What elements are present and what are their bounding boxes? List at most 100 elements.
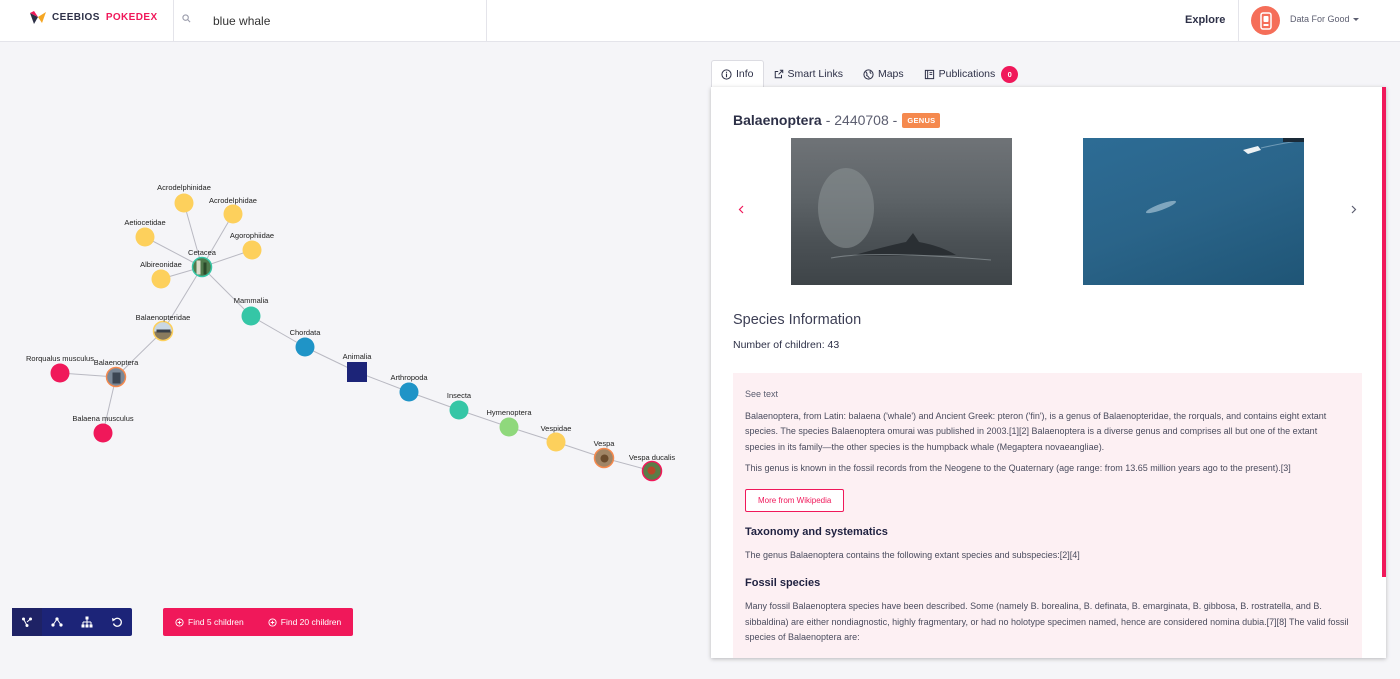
graph-node-label: Hymenoptera <box>486 408 532 417</box>
chevron-down-icon <box>1352 18 1359 22</box>
graph-node[interactable] <box>50 363 70 383</box>
graph-node-label: Insecta <box>447 391 472 400</box>
tab-info[interactable]: Info <box>711 60 764 87</box>
graph-node-label: Animalia <box>343 352 373 361</box>
graph-node[interactable] <box>499 417 519 437</box>
taxonomy-graph[interactable]: Acrodelphinidae Acrodelphidae Aetiocetid… <box>0 43 700 603</box>
summary-paragraph: The genus Balaenoptera contains the foll… <box>745 549 1080 560</box>
chevron-right-icon <box>1351 205 1357 214</box>
tab-publications[interactable]: Publications 0 <box>914 60 1029 87</box>
graph-node[interactable] <box>152 320 174 342</box>
brand-name: CEEBIOS <box>52 12 100 23</box>
rank-badge: GENUS <box>902 112 941 128</box>
graph-node-label: Vespa ducalis <box>629 453 676 462</box>
graph-node-label: Acrodelphinidae <box>157 183 211 192</box>
undo-icon <box>112 617 122 627</box>
graph-node-label: Vespidae <box>541 424 572 433</box>
species-photo[interactable] <box>791 138 1012 285</box>
graph-node[interactable] <box>641 460 663 482</box>
graph-node[interactable] <box>593 447 615 469</box>
graph-node-label: Chordata <box>290 328 322 337</box>
find-5-children-button[interactable]: Find 5 children <box>163 608 256 636</box>
carousel-prev-button[interactable] <box>738 205 744 217</box>
search-box <box>173 0 487 42</box>
user-name[interactable]: Data For Good <box>1290 14 1359 24</box>
fossil-species-heading: Fossil species <box>745 577 821 589</box>
taxon-id: - 2440708 - <box>825 112 898 128</box>
whale-photo-image <box>818 168 992 261</box>
scrollbar[interactable] <box>1382 87 1386 577</box>
page-title: Balaenoptera - 2440708 - GENUS <box>733 112 941 128</box>
user-menu[interactable]: Data For Good <box>1238 0 1400 42</box>
graph-node-label: Agorophiidae <box>230 231 274 240</box>
graph-node[interactable] <box>174 193 194 213</box>
reset-graph-button[interactable] <box>102 608 132 636</box>
graph-node[interactable] <box>449 400 469 420</box>
graph-node[interactable] <box>151 269 171 289</box>
plus-circle-icon <box>175 617 184 627</box>
graph-node-label: Aetiocetidae <box>124 218 165 227</box>
find-20-children-button[interactable]: Find 20 children <box>256 608 353 636</box>
info-icon <box>721 68 732 80</box>
globe-icon <box>863 68 874 80</box>
graph-node[interactable] <box>223 204 243 224</box>
graph-node[interactable] <box>135 227 155 247</box>
graph-node-label: Albireonidae <box>140 260 182 269</box>
external-link-icon <box>774 69 783 79</box>
search-input[interactable] <box>213 14 463 28</box>
publications-count-badge: 0 <box>1001 65 1019 83</box>
graph-node[interactable] <box>399 382 419 402</box>
see-text-label: See text <box>745 389 779 399</box>
graph-node[interactable] <box>242 240 262 260</box>
graph-node[interactable] <box>241 306 261 326</box>
tab-smart-links[interactable]: Smart Links <box>764 60 853 87</box>
radial-layout-button[interactable] <box>42 608 72 636</box>
find-children-controls: Find 5 children Find 20 children <box>163 608 354 636</box>
children-count: Number of children: 43 <box>733 339 840 351</box>
graph-node[interactable] <box>347 362 367 382</box>
wikipedia-summary: See text Balaenoptera, from Latin: balae… <box>733 373 1362 658</box>
avatar <box>1251 6 1280 35</box>
tab-maps[interactable]: Maps <box>853 60 914 87</box>
graph-node-label: Balaena musculus <box>72 414 134 423</box>
search-icon <box>182 14 191 23</box>
hierarchy-icon <box>81 616 93 628</box>
top-navbar: CEEBIOS POKEDEX Explore Data For Good <box>0 0 1400 42</box>
graph-node[interactable] <box>191 256 213 278</box>
summary-paragraph: Many fossil Balaenoptera species have be… <box>745 601 1349 642</box>
graph-node[interactable] <box>295 337 315 357</box>
whale-aerial-photo-image <box>1145 138 1304 214</box>
taxon-name: Balaenoptera <box>733 112 822 128</box>
graph-icon <box>22 617 32 627</box>
graph-node-label: Balaenoptera <box>94 358 139 367</box>
species-photo[interactable] <box>1083 138 1304 285</box>
user-avatar-icon <box>1259 11 1272 30</box>
force-layout-button[interactable] <box>12 608 42 636</box>
tree-layout-button[interactable] <box>72 608 102 636</box>
network-icon <box>51 617 63 627</box>
graph-layout-controls <box>12 608 132 636</box>
graph-node-label: Rorqualus musculus <box>26 354 94 363</box>
graph-node-label: Vespa <box>594 439 616 448</box>
graph-node[interactable] <box>546 432 566 452</box>
brand-subname: POKEDEX <box>105 12 158 23</box>
detail-tabs: Info Smart Links Maps Publications 0 <box>711 60 1028 87</box>
graph-node-label: Acrodelphidae <box>209 196 257 205</box>
more-from-wikipedia-button[interactable]: More from Wikipedia <box>745 488 845 512</box>
brand-logo[interactable]: CEEBIOS POKEDEX <box>30 11 158 24</box>
species-information-heading: Species Information <box>733 312 862 328</box>
graph-node-label: Cetacea <box>188 248 217 257</box>
species-detail-panel: Balaenoptera - 2440708 - GENUS Species I… <box>711 87 1386 658</box>
graph-labels: Acrodelphinidae Acrodelphidae Aetiocetid… <box>26 183 675 462</box>
graph-node-label: Balaenopteridae <box>136 313 191 322</box>
logo-icon <box>30 11 46 24</box>
graph-node[interactable] <box>93 423 113 443</box>
book-icon <box>924 69 934 79</box>
graph-nodes[interactable] <box>50 193 663 482</box>
explore-link[interactable]: Explore <box>1185 14 1225 26</box>
graph-node-label: Mammalia <box>234 296 269 305</box>
chevron-left-icon <box>738 205 744 214</box>
carousel-next-button[interactable] <box>1351 205 1357 217</box>
graph-node-label: Arthropoda <box>390 373 428 382</box>
graph-node[interactable] <box>105 366 127 388</box>
